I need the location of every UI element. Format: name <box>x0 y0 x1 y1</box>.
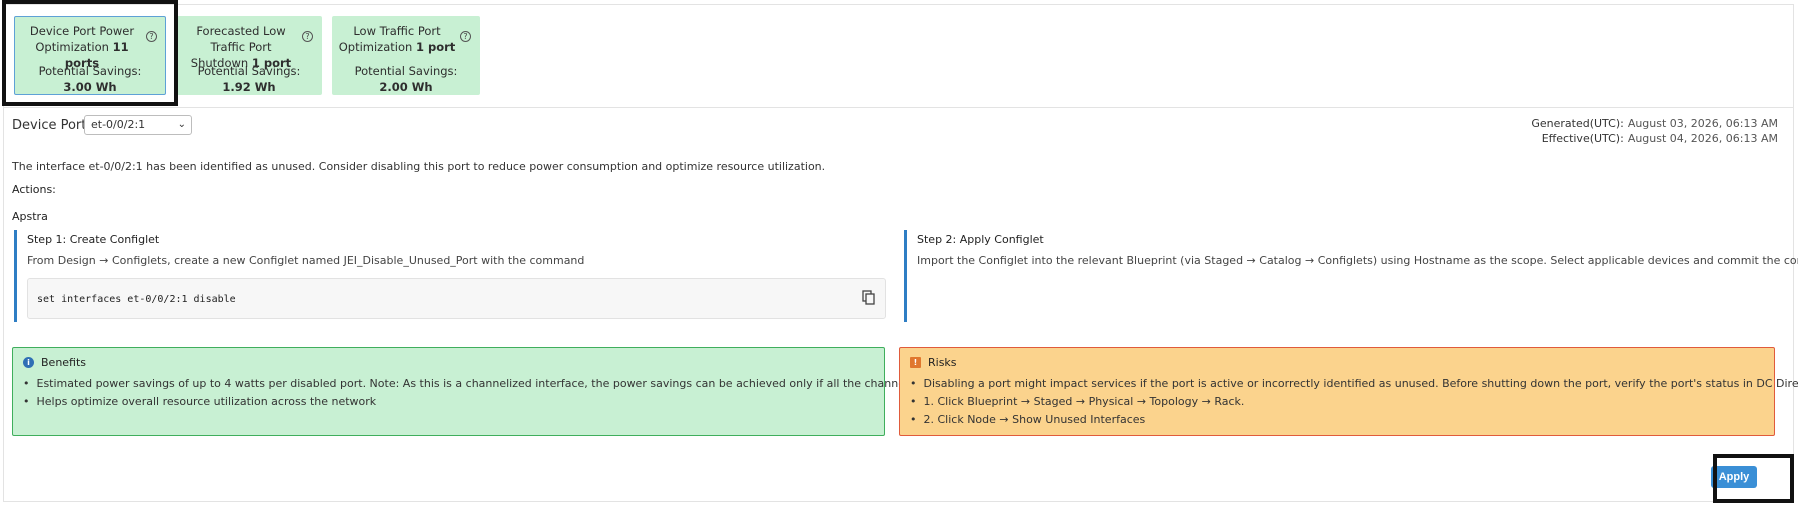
risks-title: Risks <box>928 356 957 369</box>
benefits-header: i Benefits <box>23 356 86 369</box>
savings-value: 1.92 Wh <box>222 80 276 94</box>
device-port-label: Device Port <box>12 118 87 133</box>
risks-header: ! Risks <box>910 356 957 369</box>
risks-box: ! Risks Disabling a port might impact se… <box>899 347 1798 436</box>
timestamps: Generated(UTC): August 03, 2026, 06:13 AM… <box>1531 116 1778 146</box>
savings-label: Potential Savings: <box>354 64 458 78</box>
risks-list: Disabling a port might impact services i… <box>910 375 1798 429</box>
apstra-label: Apstra <box>12 210 48 223</box>
card-title: Low Traffic Port Optimization 1 port <box>338 24 456 54</box>
list-item: Helps optimize overall resource utilizat… <box>23 393 988 411</box>
warning-icon: ! <box>910 357 921 368</box>
benefits-box: i Benefits Estimated power savings of up… <box>12 347 988 436</box>
savings-value: 2.00 Wh <box>379 80 433 94</box>
savings-label: Potential Savings: <box>197 64 301 78</box>
device-port-select[interactable]: et-0/0/2:1 ⌄ <box>84 115 192 135</box>
device-port-selected-value: et-0/0/2:1 <box>91 118 146 131</box>
copy-icon[interactable] <box>862 290 875 305</box>
generated-label: Generated(UTC): <box>1531 117 1624 130</box>
list-item: Disabling a port might impact services i… <box>910 375 1798 393</box>
step-1-create-configlet: Step 1: Create Configlet From Design → C… <box>14 230 887 322</box>
help-icon[interactable]: ? <box>302 31 313 42</box>
help-icon[interactable]: ? <box>460 31 471 42</box>
step-1-title: Step 1: Create Configlet <box>27 233 160 246</box>
list-item: 1. Click Blueprint → Staged → Physical →… <box>910 393 1798 411</box>
step-1-description: From Design → Configlets, create a new C… <box>27 254 585 267</box>
list-item: Estimated power savings of up to 4 watts… <box>23 375 989 393</box>
step-2-title: Step 2: Apply Configlet <box>917 233 1044 246</box>
info-icon: i <box>23 357 34 368</box>
actions-label: Actions: <box>12 183 56 196</box>
effective-value: August 04, 2026, 06:13 AM <box>1627 132 1778 145</box>
step-2-description: Import the Configlet into the relevant B… <box>917 254 1798 267</box>
benefits-list: Estimated power savings of up to 4 watts… <box>23 375 989 411</box>
benefits-title: Benefits <box>41 356 87 369</box>
effective-label: Effective(UTC): <box>1541 132 1624 145</box>
command-text: set interfaces et-0/0/2:1 disable <box>37 294 236 305</box>
step-2-apply-configlet: Step 2: Apply Configlet Import the Confi… <box>904 230 1798 322</box>
card-low-traffic-port-optimization[interactable]: Low Traffic Port Optimization 1 port ? P… <box>332 16 480 95</box>
chevron-down-icon: ⌄ <box>177 119 186 130</box>
card-forecasted-low-traffic-port-shutdown[interactable]: Forecasted Low Traffic Port Shutdown 1 p… <box>176 16 322 95</box>
generated-value: August 03, 2026, 06:13 AM <box>1627 117 1778 130</box>
command-code-block: set interfaces et-0/0/2:1 disable <box>27 278 886 319</box>
highlight-box-selected-card <box>2 0 178 106</box>
optimization-cards-row: Device Port Power Optimization 11 ports … <box>4 5 1793 108</box>
highlight-box-apply <box>1713 454 1794 503</box>
recommendation-description: The interface et-0/0/2:1 has been identi… <box>12 160 826 173</box>
list-item: 2. Click Node → Show Unused Interfaces <box>910 411 1798 429</box>
